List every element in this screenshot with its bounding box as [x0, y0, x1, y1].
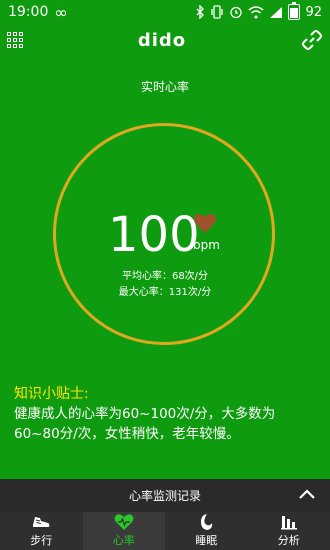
- max-heart-rate: 最大心率：131次/分: [118, 287, 212, 298]
- tips-line-2: 60~80分/次，女性稍快，老年较慢。: [14, 426, 240, 442]
- tips-line-1: 健康成人的心率为60~100次/分，大多数为: [14, 406, 276, 422]
- link-icon[interactable]: [300, 28, 324, 52]
- tab-heart-rate-label: 心率: [112, 534, 135, 547]
- grid-menu-icon[interactable]: [6, 31, 24, 49]
- tips-body: 健康成人的心率为60~100次/分，大多数为 60~80分/次，女性稍快，老年较…: [14, 404, 324, 444]
- heart-icon: [114, 514, 134, 530]
- tab-sleep-label: 睡眠: [195, 534, 218, 547]
- chevron-up-icon[interactable]: [298, 487, 316, 501]
- shoe-icon: [33, 517, 50, 527]
- vibrate-icon: [211, 5, 224, 19]
- status-time: 19:00: [8, 4, 49, 20]
- bluetooth-icon: [196, 5, 205, 19]
- signal-icon: [270, 6, 283, 18]
- bar-chart-icon: [280, 516, 297, 530]
- app-header: dido: [0, 24, 330, 56]
- battery-icon: [288, 2, 301, 20]
- heart-rate-records-bar[interactable]: 心率监测记录: [0, 479, 330, 512]
- tab-heart-rate[interactable]: 心率: [82, 512, 165, 550]
- alarm-icon: [230, 6, 243, 19]
- tab-analysis-label: 分析: [277, 534, 300, 547]
- bottom-tab-bar: 步行 心率 睡眠 分析: [0, 512, 330, 550]
- section-title: 实时心率: [140, 80, 189, 94]
- average-heart-rate: 平均心率：68次/分: [121, 271, 209, 282]
- tab-sleep[interactable]: 睡眠: [165, 512, 248, 550]
- infinity-icon: ∞: [54, 2, 68, 22]
- tab-analysis[interactable]: 分析: [248, 512, 330, 550]
- battery-level: 92: [305, 4, 322, 20]
- heart-rate-unit: bpm: [193, 238, 220, 252]
- wifi-icon: [248, 5, 264, 18]
- tips-title: 知识小贴士:: [14, 386, 89, 402]
- tab-walking[interactable]: 步行: [0, 512, 83, 550]
- app-title: dido: [137, 29, 187, 51]
- moon-icon: [201, 514, 213, 530]
- heart-icon: [193, 213, 217, 233]
- status-bar: 19:00 ∞ 92: [0, 0, 330, 24]
- heart-rate-value: 100: [108, 207, 200, 263]
- records-label: 心率监测记录: [128, 489, 201, 503]
- tab-walking-label: 步行: [30, 534, 53, 547]
